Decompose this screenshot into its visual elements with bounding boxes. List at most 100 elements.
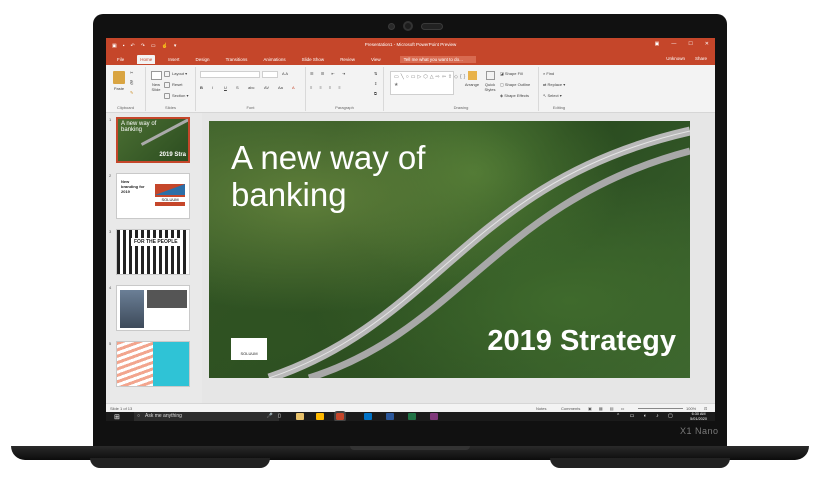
hinge-notch — [350, 446, 470, 450]
tab-transitions[interactable]: Transitions — [223, 55, 251, 64]
window-title: Presentation1 - Microsoft PowerPoint Pre… — [364, 42, 457, 47]
slide-thumbnail-3[interactable]: FOR THE PEOPLE — [116, 229, 190, 275]
copy-icon[interactable]: ⎘ — [130, 80, 133, 85]
clipboard-group: Paste ✂ ⎘ ✎ Clipboard — [106, 67, 146, 111]
thumbnail-graphic: SOLUUM — [155, 184, 185, 206]
layout-button[interactable]: Layout ▾ — [164, 71, 187, 77]
font-group: A A B I U S abc AV Aa A Font — [196, 67, 306, 111]
font-color-icon[interactable]: A — [292, 85, 295, 90]
align-text-icon[interactable]: ⇕ — [374, 81, 377, 86]
thumbnail-logo: SOLUUM — [155, 197, 185, 202]
section-button[interactable]: Section ▾ — [164, 93, 188, 99]
spacing-icon[interactable]: AV — [264, 85, 269, 90]
strikethrough-icon[interactable]: abc — [248, 85, 254, 90]
list-icons[interactable]: ☰ ☰ ⇤ ⇥ — [310, 71, 348, 76]
thumbnail-number: 3 — [109, 229, 112, 234]
text-direction-icon[interactable]: ⇅ — [374, 71, 377, 76]
change-case-icon[interactable]: Aa — [278, 85, 283, 90]
shape-fill-label: Shape Fill — [504, 71, 523, 76]
paste-button[interactable]: Paste — [111, 71, 127, 91]
tab-review[interactable]: Review — [337, 55, 358, 64]
slide-logo[interactable]: SOLUUM — [231, 338, 267, 360]
tell-me-input[interactable]: Tell me what you want to do... — [399, 55, 476, 63]
tab-design[interactable]: Design — [193, 55, 213, 64]
tab-view[interactable]: View — [368, 55, 384, 64]
new-slide-label: New Slide — [151, 82, 161, 92]
ribbon-options-icon[interactable]: ▣ — [655, 41, 660, 47]
underline-icon[interactable]: U — [224, 85, 227, 90]
font-size-box[interactable] — [262, 71, 278, 78]
layout-label: Layout — [172, 71, 185, 77]
slide-thumbnail-5[interactable] — [116, 341, 190, 387]
shape-fill-button[interactable]: ◪ Shape Fill — [500, 71, 523, 76]
bold-icon[interactable]: B — [200, 85, 203, 90]
laptop: X1 Nano ▣ ▪ ↶ ↷ ▭ ☝ ▾ Presentation1 - Mi… — [0, 0, 820, 497]
font-name-box[interactable] — [200, 71, 260, 78]
replace-label: Replace — [547, 82, 563, 87]
minimize-icon[interactable]: — — [671, 41, 676, 47]
comments-button[interactable]: Comments — [561, 406, 580, 411]
clock[interactable]: 6:30 AM 5/01/2020 — [690, 412, 707, 421]
notes-button[interactable]: Notes — [536, 406, 546, 411]
clock-time: 6:30 AM — [691, 412, 706, 416]
ribbon-tabs: File Home Insert Design Transitions Anim… — [106, 53, 715, 65]
onenote-icon[interactable] — [430, 413, 438, 420]
quick-styles-button[interactable]: Quick Styles — [482, 71, 498, 92]
new-slide-button[interactable]: New Slide — [148, 71, 164, 92]
store-icon[interactable] — [316, 413, 324, 420]
tab-file[interactable]: File — [114, 55, 127, 64]
tab-slide-show[interactable]: Slide Show — [299, 55, 328, 64]
system-tray-icons[interactable]: ⌃ ▭ ◐ ♪ ▢ — [616, 413, 677, 419]
share-button[interactable]: Share — [695, 56, 707, 61]
excel-icon[interactable] — [408, 413, 416, 420]
fit-slide-icon[interactable]: ⊡ — [704, 406, 707, 411]
grow-font-icon[interactable]: A A — [282, 71, 288, 76]
shadow-icon[interactable]: S — [236, 85, 239, 90]
windows-start-icon[interactable]: ⊞ — [114, 413, 120, 421]
view-buttons[interactable]: ▣ ▦ ▤ ▭ — [588, 406, 627, 411]
reset-label: Reset — [172, 82, 183, 88]
shapes-gallery[interactable]: ▭╲○▭▷⬡△⇨⇦⇧◇{}★ — [390, 71, 465, 95]
format-painter-icon[interactable]: ✎ — [130, 90, 133, 95]
tab-animations[interactable]: Animations — [260, 55, 288, 64]
file-explorer-icon[interactable] — [296, 413, 304, 420]
slide-thumbnail-2[interactable]: New branding for 2019 SOLUUM — [116, 173, 190, 219]
shape-outline-button[interactable]: ▢ Shape Outline — [500, 82, 530, 87]
italic-icon[interactable]: I — [212, 85, 213, 90]
task-view-icon[interactable]: ▯ — [278, 413, 281, 419]
cut-icon[interactable]: ✂ — [130, 70, 133, 75]
shape-effects-button[interactable]: ◈ Shape Effects — [500, 93, 529, 98]
zoom-slider[interactable] — [638, 408, 683, 409]
slide-thumbnail-4[interactable] — [116, 285, 190, 331]
account-name[interactable]: Unknown — [666, 56, 685, 61]
current-slide[interactable]: A new way of banking 2019 Strategy SOLUU… — [209, 121, 690, 378]
tab-insert[interactable]: Insert — [165, 55, 182, 64]
outlook-icon[interactable] — [364, 413, 372, 420]
microphone-icon[interactable]: 🎤 — [267, 412, 273, 421]
reset-button[interactable]: Reset — [164, 82, 182, 88]
drawing-group: ▭╲○▭▷⬡△⇨⇦⇧◇{}★ Arrange Quick Styles ◪ Sh… — [384, 67, 539, 111]
editing-group: ⌕ Find ⇄ Replace ▾ ↖ Select ▾ Editing — [539, 67, 579, 111]
cortana-search-box[interactable]: ○ Ask me anything 🎤 — [134, 412, 279, 421]
section-label: Section — [172, 93, 186, 99]
maximize-icon[interactable]: ☐ — [688, 41, 692, 47]
thumbnail-title: FOR THE PEOPLE — [131, 238, 181, 246]
align-icons[interactable]: ≡ ≡ ≡ ≡ — [310, 85, 344, 90]
replace-button[interactable]: ⇄ Replace ▾ — [543, 82, 565, 87]
arrange-button[interactable]: Arrange — [464, 71, 480, 87]
close-icon[interactable]: ✕ — [705, 41, 709, 47]
paragraph-group-label: Paragraph — [335, 105, 354, 110]
slide-thumbnail-1[interactable]: A new way of banking 2019 Stra — [116, 117, 190, 163]
select-button[interactable]: ↖ Select ▾ — [543, 93, 562, 98]
slide-subtitle[interactable]: 2019 Strategy — [487, 325, 676, 358]
slide-title[interactable]: A new way of banking — [231, 139, 431, 213]
thumbnail-graphic-stripe — [155, 184, 185, 195]
smartart-icon[interactable]: ⧉ — [374, 91, 377, 96]
ribbon: Paste ✂ ⎘ ✎ Clipboard New Slide Layout ▾… — [106, 65, 715, 113]
thumbnail-number: 1 — [109, 117, 112, 122]
zoom-level[interactable]: 100% — [686, 406, 696, 411]
tab-home[interactable]: Home — [137, 54, 156, 64]
powerpoint-taskbar-icon[interactable] — [334, 411, 346, 421]
word-icon[interactable] — [386, 413, 394, 420]
find-button[interactable]: ⌕ Find — [543, 71, 554, 76]
